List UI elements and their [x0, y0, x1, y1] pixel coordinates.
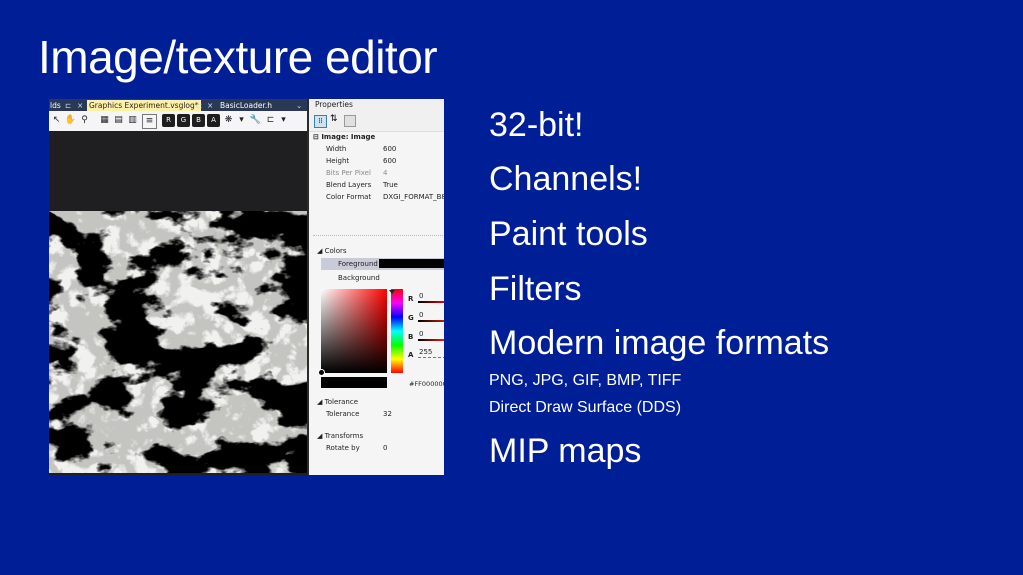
tab-basicloader[interactable]: BasicLoader.h [220, 100, 272, 111]
slide-title: Image/texture editor [38, 31, 438, 83]
red-channel-value[interactable]: 0 [419, 292, 423, 300]
triangle-down-icon: ◢ [317, 432, 323, 440]
chevron-down-icon[interactable]: ▾ [277, 114, 290, 127]
foreground-swatch[interactable] [379, 259, 444, 268]
red-channel-label: R [408, 295, 414, 303]
property-row[interactable]: Blend Layers True [317, 179, 444, 191]
document-tab-strip: lds ⊏ × Graphics Experiment.vsglog* ⊏ × … [49, 99, 307, 111]
zoom-icon[interactable]: ⚲ [78, 114, 91, 127]
collapse-icon[interactable]: ⊟ [313, 133, 319, 141]
triangle-down-icon: ◢ [317, 398, 323, 406]
background-row[interactable]: Background [321, 272, 444, 284]
properties-header: Properties [309, 99, 444, 111]
tab-overflow-icon[interactable]: ⌄ [296, 100, 302, 111]
sort-alpha-icon[interactable]: ⇅ [330, 114, 338, 124]
image-canvas[interactable] [49, 131, 307, 475]
red-channel-slider[interactable] [418, 301, 444, 303]
colors-section-header[interactable]: ◢ Colors [317, 247, 347, 255]
green-channel-value[interactable]: 0 [419, 311, 423, 319]
picker-handle[interactable] [318, 369, 325, 376]
green-channel-icon[interactable]: G [177, 114, 190, 127]
image-document: lds ⊏ × Graphics Experiment.vsglog* ⊏ × … [49, 99, 307, 475]
pattern-icon[interactable]: ❋ [222, 114, 235, 127]
bullet-item: 32-bit! [489, 106, 584, 144]
current-color-preview [321, 377, 387, 388]
grid-icon[interactable]: ▤ [112, 114, 125, 127]
alpha-channel-icon[interactable]: A [207, 114, 220, 127]
blue-channel-icon[interactable]: B [192, 114, 205, 127]
blue-channel-value[interactable]: 0 [419, 330, 423, 338]
green-channel-label: G [408, 314, 414, 322]
marble-texture [49, 211, 307, 473]
property-row[interactable]: Width 600 [317, 143, 444, 155]
property-row[interactable]: Color Format DXGI_FORMAT_B8 [317, 191, 444, 203]
green-channel-slider[interactable] [418, 320, 444, 322]
wrench-icon[interactable]: 🔧 [249, 114, 262, 127]
blue-channel-slider[interactable] [418, 339, 444, 341]
tab-close-icon[interactable]: × [207, 100, 213, 111]
properties-panel: Properties ⁞⁞ ⇅ ⊟ Image: Image Width 600… [307, 99, 444, 475]
bullet-item: MIP maps [489, 432, 642, 470]
sub-bullet-item: Direct Draw Surface (DDS) [489, 399, 682, 416]
hue-marker-icon[interactable] [389, 290, 395, 294]
hue-slider[interactable] [391, 289, 403, 373]
toggle-icon[interactable]: ▦ [98, 114, 111, 127]
chevron-down-icon[interactable]: ▾ [235, 114, 248, 127]
tab-lds[interactable]: lds [50, 100, 61, 111]
property-row[interactable]: Height 600 [317, 155, 444, 167]
slide: Image/texture editor lds ⊏ × Graphics Ex… [0, 0, 1023, 575]
pan-icon[interactable]: ✋ [64, 114, 77, 127]
transform-icon[interactable]: ⊏ [264, 114, 277, 127]
blue-channel-label: B [408, 333, 414, 341]
hex-color-value[interactable]: #FF000000 [409, 380, 444, 388]
rotate-row[interactable]: Rotate by 0 [317, 442, 444, 454]
tolerance-section-header[interactable]: ◢ Tolerance [317, 398, 358, 406]
properties-toolbar: ⁞⁞ ⇅ [309, 111, 444, 132]
bullet-item: Filters [489, 270, 582, 308]
tab-pin-icon[interactable]: ⊏ [196, 100, 202, 111]
tolerance-row[interactable]: Tolerance 32 [317, 408, 444, 420]
image-group-header[interactable]: ⊟ Image: Image [313, 133, 375, 141]
tab-pin-icon[interactable]: ⊏ [65, 100, 71, 111]
select-icon[interactable]: ↖ [50, 114, 63, 127]
tab-close-icon[interactable]: × [77, 100, 83, 111]
bullet-item: Paint tools [489, 215, 648, 253]
bullet-item: Channels! [489, 160, 643, 198]
image-editor-toolbar: ↖ ✋ ⚲ ▦ ▤ ▥ ≡ R G B A ❋ ▾ 🔧 ⊏ ▾ [49, 111, 307, 132]
transforms-section-header[interactable]: ◢ Transforms [317, 432, 363, 440]
divider [313, 235, 443, 236]
property-pages-icon[interactable] [344, 115, 356, 127]
tab-graphics-experiment[interactable]: Graphics Experiment.vsglog* [87, 100, 201, 111]
color-picker-square[interactable] [318, 289, 387, 376]
alpha-channel-label: A [408, 351, 414, 359]
mip-icon[interactable]: ▥ [126, 114, 139, 127]
editor-screenshot: lds ⊏ × Graphics Experiment.vsglog* ⊏ × … [49, 99, 444, 475]
alpha-channel-value[interactable]: 255 [419, 348, 432, 356]
frames-icon[interactable]: ≡ [142, 114, 157, 129]
categorized-icon[interactable]: ⁞⁞ [314, 115, 327, 128]
triangle-down-icon: ◢ [317, 247, 323, 255]
alpha-channel-slider[interactable] [418, 357, 444, 358]
sub-bullet-item: PNG, JPG, GIF, BMP, TIFF [489, 372, 682, 389]
property-row: Bits Per Pixel 4 [326, 169, 388, 177]
bullet-item: Modern image formats [489, 324, 830, 362]
properties-title: Properties [315, 100, 353, 109]
red-channel-icon[interactable]: R [162, 114, 175, 127]
